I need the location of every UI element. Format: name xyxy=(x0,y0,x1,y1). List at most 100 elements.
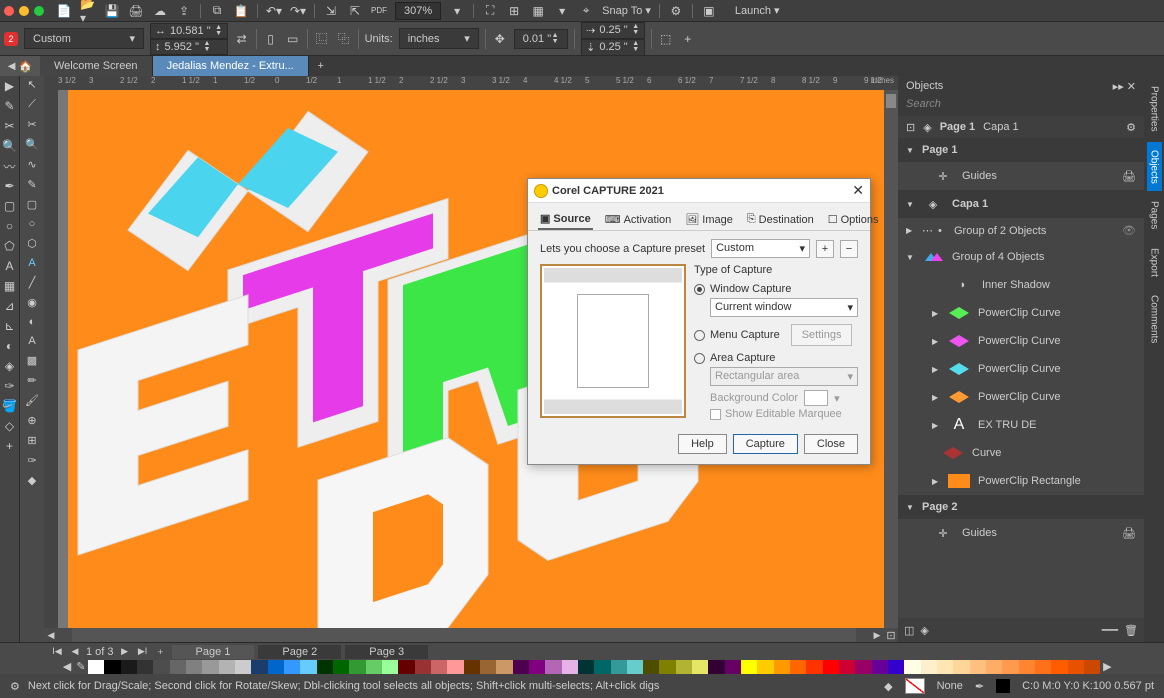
tree-page1[interactable]: ▼Page 1 xyxy=(898,138,1144,162)
page-tab-1[interactable]: Page 1 xyxy=(172,645,255,659)
dimension-tool-icon[interactable]: ⊿ xyxy=(2,298,18,314)
palette-opts-icon[interactable]: ✎ xyxy=(74,660,88,674)
curve-icon[interactable]: ∿ xyxy=(27,158,36,171)
undo-icon[interactable]: ↶▾ xyxy=(266,3,282,19)
fill-indicator-icon[interactable]: ◆ xyxy=(884,680,892,693)
vtab-objects[interactable]: Objects xyxy=(1147,142,1162,192)
palette-swatch[interactable] xyxy=(300,660,316,674)
add-page-icon[interactable]: + xyxy=(154,647,168,657)
outline-tool-icon[interactable]: ◇ xyxy=(2,418,18,434)
import-icon[interactable]: ⇲ xyxy=(323,3,339,19)
rectangle-tool-icon[interactable]: ▢ xyxy=(2,198,18,214)
radio-menu-capture[interactable]: Menu Capture Settings xyxy=(694,321,858,349)
transparency-tool-icon[interactable]: ◈ xyxy=(2,358,18,374)
tree-inner-shadow[interactable]: ◗Inner Shadow xyxy=(898,271,1144,299)
cloud-down-icon[interactable]: ☁ xyxy=(152,3,168,19)
tree-extrude-text[interactable]: ▶AEX TRU DE xyxy=(898,411,1144,439)
palette-swatch[interactable] xyxy=(464,660,480,674)
brush-icon[interactable]: ✎ xyxy=(27,178,36,191)
effect2-icon[interactable]: ◐ xyxy=(29,316,36,328)
palette-swatch[interactable] xyxy=(970,660,986,674)
new-layer-icon[interactable]: ◫ xyxy=(904,624,914,637)
visibility-icon[interactable]: 👁 xyxy=(1122,224,1136,237)
snap-to-dropdown[interactable]: Snap To ▾ xyxy=(602,4,651,17)
palette-swatch[interactable] xyxy=(1068,660,1084,674)
palette-swatch[interactable] xyxy=(480,660,496,674)
layer-options-icon[interactable]: ◈ xyxy=(923,121,931,134)
tab-image[interactable]: 🖼 Image xyxy=(683,209,735,230)
palette-swatch[interactable] xyxy=(496,660,512,674)
page-tab-2[interactable]: Page 2 xyxy=(258,645,341,659)
palette-swatch[interactable] xyxy=(202,660,218,674)
scroll-right-icon[interactable]: ▶ xyxy=(870,630,884,641)
palette-swatch[interactable] xyxy=(431,660,447,674)
close-icon[interactable]: ✕ xyxy=(852,182,864,199)
tree-pc3[interactable]: ▶PowerClip Curve xyxy=(898,355,1144,383)
palette-swatch[interactable] xyxy=(937,660,953,674)
snap-icon[interactable]: ⌖ xyxy=(578,3,594,19)
first-page-icon[interactable]: I◀ xyxy=(50,646,64,657)
palette-swatch[interactable] xyxy=(398,660,414,674)
palette-swatch[interactable] xyxy=(137,660,153,674)
new-icon[interactable]: 📄 xyxy=(56,3,72,19)
tree-pc2[interactable]: ▶PowerClip Curve xyxy=(898,327,1144,355)
zoom-dropdown-icon[interactable]: ▾ xyxy=(449,3,465,19)
palette-swatch[interactable] xyxy=(88,660,104,674)
palette-swatch[interactable] xyxy=(366,660,382,674)
tab-activation[interactable]: ⌨ Activation xyxy=(603,209,674,230)
shape-tool-icon[interactable]: ✎ xyxy=(2,98,18,114)
new-master-icon[interactable]: ◈ xyxy=(920,624,928,637)
zoom-level[interactable]: 307% xyxy=(395,2,441,20)
vtab-properties[interactable]: Properties xyxy=(1147,78,1162,140)
add-tab-button[interactable]: + xyxy=(309,56,333,76)
save-icon[interactable]: 💾 xyxy=(104,3,120,19)
tab-destination[interactable]: ⎘ Destination xyxy=(745,209,816,230)
cloud-up-icon[interactable]: ⇪ xyxy=(176,3,192,19)
artistic-tool-icon[interactable]: ✒ xyxy=(2,178,18,194)
tree-group4[interactable]: ▼Group of 4 Objects xyxy=(898,243,1144,271)
palette-swatch[interactable] xyxy=(333,660,349,674)
window-controls[interactable] xyxy=(4,6,44,16)
objects-search[interactable]: Search xyxy=(898,96,1144,116)
dropshadow-tool-icon[interactable]: ◐ xyxy=(2,338,18,354)
palette-swatch[interactable] xyxy=(659,660,675,674)
page-preset-combo[interactable]: Custom▾ xyxy=(24,28,144,49)
window-type-combo[interactable]: Current window▾ xyxy=(710,298,858,317)
palette-swatch[interactable] xyxy=(806,660,822,674)
palette-swatch[interactable] xyxy=(823,660,839,674)
line-icon[interactable]: ╱ xyxy=(29,276,36,289)
objects-settings-icon[interactable]: ⚙ xyxy=(1126,121,1136,134)
pdf-icon[interactable]: PDF xyxy=(371,3,387,19)
palette-swatch[interactable] xyxy=(757,660,773,674)
print-icon[interactable]: 🖨 xyxy=(128,3,144,19)
fill2-icon[interactable]: ◆ xyxy=(28,474,36,487)
palette-swatch[interactable] xyxy=(839,660,855,674)
tree-guides2[interactable]: ✛Guides🖨 xyxy=(898,519,1144,547)
polygon-tool-icon[interactable]: ⬠ xyxy=(2,238,18,254)
prev-page-icon[interactable]: ◀ xyxy=(68,646,82,657)
palette-swatch[interactable] xyxy=(692,660,708,674)
palette-swatch[interactable] xyxy=(513,660,529,674)
shape-edit-icon[interactable]: ⟋ xyxy=(28,98,36,111)
vtab-pages[interactable]: Pages xyxy=(1147,193,1162,237)
palette-swatch[interactable] xyxy=(872,660,888,674)
tree-page2[interactable]: ▼Page 2 xyxy=(898,495,1144,519)
palette-swatch[interactable] xyxy=(953,660,969,674)
palette-swatch[interactable] xyxy=(904,660,920,674)
options-icon[interactable]: ⚙ xyxy=(668,3,684,19)
zoom-tool-icon[interactable]: 🔍 xyxy=(2,138,18,154)
pick-tool2-icon[interactable]: ↖ xyxy=(27,78,36,91)
palette-swatch[interactable] xyxy=(741,660,757,674)
scrollbar-vertical[interactable] xyxy=(884,90,898,628)
paste-icon[interactable]: 📋 xyxy=(233,3,249,19)
scrollbar-horizontal[interactable] xyxy=(72,628,856,642)
palette-swatch[interactable] xyxy=(1019,660,1035,674)
fill-swatch[interactable] xyxy=(905,678,925,694)
palette-swatch[interactable] xyxy=(186,660,202,674)
duplicate-distance[interactable]: ⇢0.25 "▲▼ ⇣0.25 "▲▼ xyxy=(581,22,645,56)
ellipse-tool-icon[interactable]: ○ xyxy=(2,218,18,234)
launch-dropdown[interactable]: Launch ▾ xyxy=(725,2,790,19)
units-combo[interactable]: inches▾ xyxy=(399,28,479,49)
preset-combo[interactable]: Custom▾ xyxy=(711,239,810,258)
palette-swatch[interactable] xyxy=(986,660,1002,674)
